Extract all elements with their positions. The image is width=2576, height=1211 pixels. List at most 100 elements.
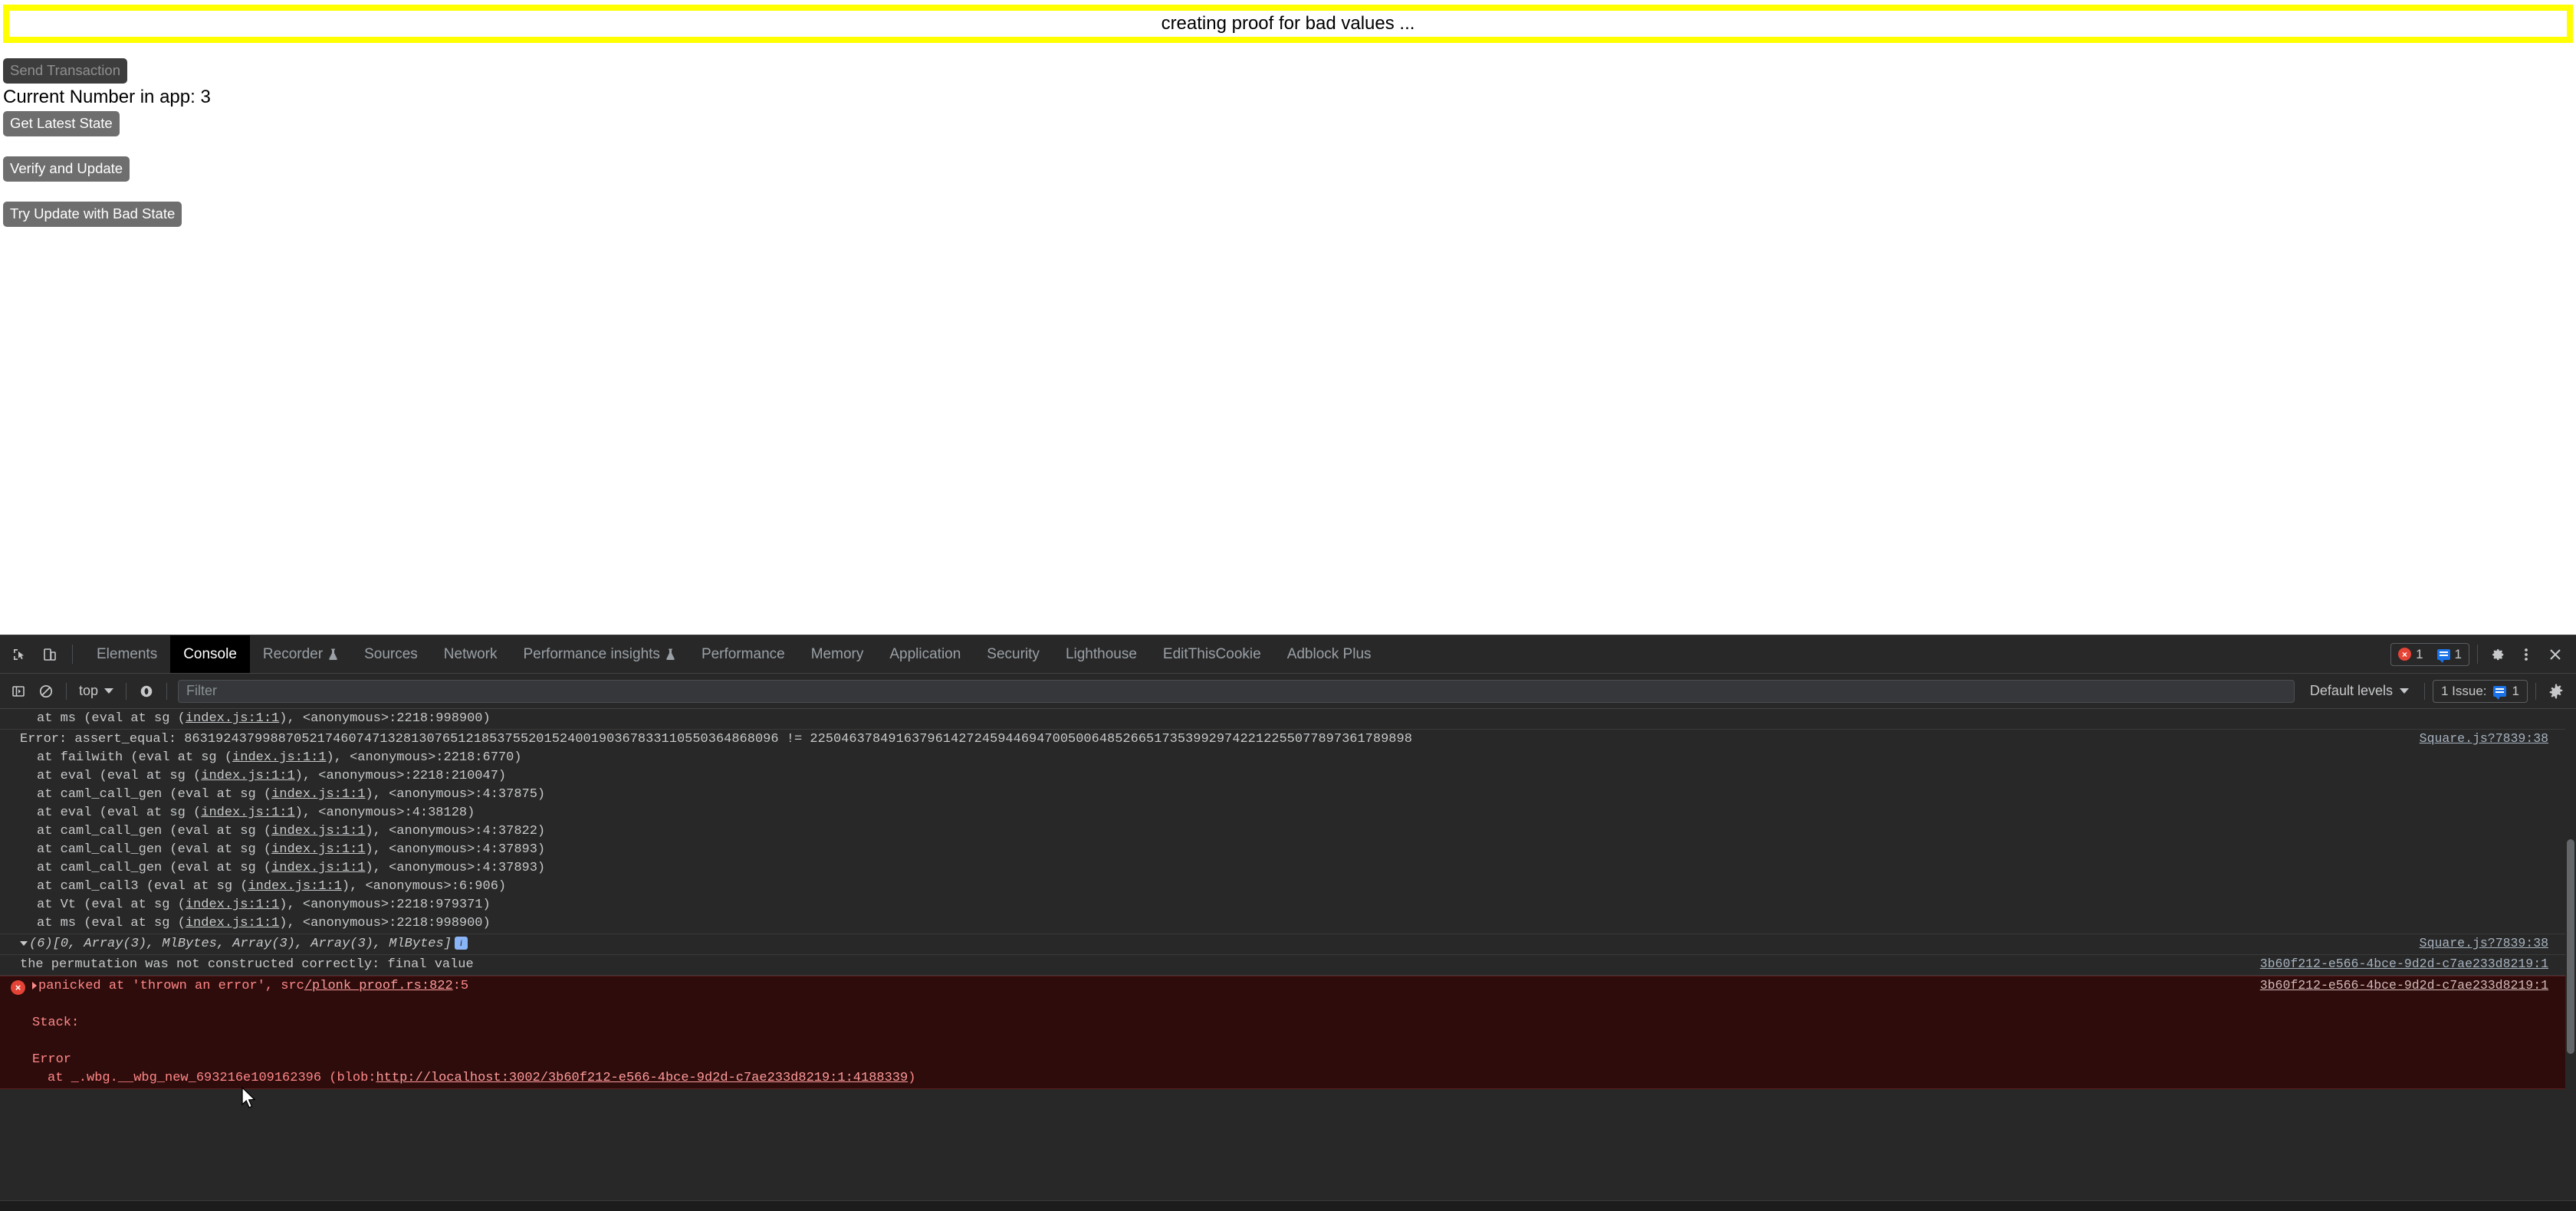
tab-recorder[interactable]: Recorder [250, 635, 351, 673]
tab-editthiscookie[interactable]: EditThisCookie [1150, 635, 1274, 673]
console-log-area[interactable]: at ms (eval at sg (index.js:1:1), <anony… [0, 709, 2576, 1211]
console-line: at ms (eval at sg (index.js:1:1), <anony… [0, 710, 2576, 728]
console-line-suffix: ), <anonymous>:2218:998900) [279, 711, 491, 726]
filterbar-divider-4 [2423, 682, 2425, 700]
console-line: panicked at 'thrown an error', src/plonk… [0, 977, 2576, 996]
filterbar-divider-2 [126, 682, 127, 700]
console-sidebar-icon[interactable] [6, 679, 31, 704]
tab-lighthouse-label: Lighthouse [1065, 645, 1137, 662]
more-options-icon[interactable] [2515, 643, 2538, 666]
tab-console[interactable]: Console [170, 635, 250, 673]
console-line-text: at ms (eval at sg ( [37, 916, 186, 930]
console-line: at caml_call_gen (eval at sg (index.js:1… [0, 841, 2576, 859]
console-row-error[interactable]: × panicked at 'thrown an error', src/plo… [0, 976, 2576, 1089]
status-banner: creating proof for bad values ... [3, 5, 2573, 43]
tab-security[interactable]: Security [974, 635, 1053, 673]
log-levels-selector[interactable]: Default levels [2302, 683, 2417, 699]
verify-and-update-button[interactable]: Verify and Update [3, 156, 130, 182]
console-scrollbar-thumb[interactable] [2567, 839, 2574, 1054]
console-source-link[interactable]: Square.js?7839:38 [2420, 936, 2548, 950]
message-count-badge[interactable]: 1 [2430, 647, 2469, 663]
tab-lighthouse[interactable]: Lighthouse [1053, 635, 1150, 673]
console-line-text: at caml_call3 (eval at sg ( [37, 879, 248, 894]
source-inline-link[interactable]: index.js:1:1 [271, 824, 365, 839]
source-inline-link[interactable]: index.js:1:1 [186, 711, 279, 726]
console-line-suffix: ), <anonymous>:2218:979371) [279, 898, 491, 912]
execution-context-selector[interactable]: top [74, 683, 118, 699]
message-icon [2492, 685, 2506, 700]
source-inline-link[interactable]: index.js:1:1 [201, 769, 294, 783]
filterbar-divider-5 [2535, 682, 2536, 700]
issues-button[interactable]: 1 Issue: 1 [2432, 679, 2528, 703]
console-scrollbar[interactable] [2565, 709, 2576, 1211]
source-inline-link[interactable]: index.js:1:1 [186, 898, 279, 912]
beaker-icon [328, 648, 338, 661]
message-icon [2436, 648, 2450, 663]
source-inline-link[interactable]: index.js:1:1 [232, 750, 326, 765]
tab-network-label: Network [443, 645, 498, 662]
tab-application[interactable]: Application [876, 635, 974, 673]
tab-elements-label: Elements [97, 645, 158, 662]
tab-application-label: Application [889, 645, 961, 662]
source-inline-link[interactable]: index.js:1:1 [271, 842, 365, 857]
stack-label: Stack: [32, 1016, 80, 1030]
info-icon[interactable]: i [454, 937, 468, 950]
console-line: (6)[0, Array(3), MlBytes, Array(3), Arra… [0, 935, 2576, 953]
live-expression-icon[interactable] [134, 679, 159, 704]
gear-icon[interactable] [2486, 643, 2509, 666]
panic-source-link[interactable]: /plonk_proof.rs:822 [304, 979, 453, 993]
console-line: at caml_call_gen (eval at sg (index.js:1… [0, 786, 2576, 804]
close-icon[interactable] [2544, 643, 2567, 666]
tab-elements[interactable]: Elements [84, 635, 170, 673]
source-inline-link[interactable]: index.js:1:1 [186, 916, 279, 930]
tab-sources[interactable]: Sources [351, 635, 431, 673]
error-count-badge[interactable]: × 1 [2391, 647, 2430, 662]
get-latest-state-button[interactable]: Get Latest State [3, 111, 120, 136]
tab-memory[interactable]: Memory [798, 635, 877, 673]
send-transaction-button[interactable]: Send Transaction [3, 58, 127, 84]
error-icon: × [11, 980, 25, 995]
source-inline-link[interactable]: index.js:1:1 [271, 861, 365, 875]
console-line: at caml_call_gen (eval at sg (index.js:1… [0, 822, 2576, 841]
console-line: at ms (eval at sg (index.js:1:1), <anony… [0, 914, 2576, 933]
tab-adblock-plus[interactable]: Adblock Plus [1274, 635, 1385, 673]
tab-network[interactable]: Network [431, 635, 511, 673]
expand-triangle-icon[interactable] [20, 940, 28, 946]
console-source-link[interactable]: 3b60f212-e566-4bce-9d2d-c7ae233d8219:1 [2260, 957, 2548, 971]
array-first-value: 0 [60, 937, 69, 951]
console-line: at eval (eval at sg (index.js:1:1), <ano… [0, 804, 2576, 822]
source-inline-link[interactable]: index.js:1:1 [271, 787, 365, 802]
clear-console-icon[interactable] [34, 679, 58, 704]
console-line-text: at eval (eval at sg ( [37, 769, 202, 783]
device-toolbar-icon[interactable] [38, 643, 61, 666]
console-line-suffix: ), <anonymous>:6:906) [341, 879, 507, 894]
console-settings-gear-icon[interactable] [2544, 679, 2568, 704]
devtools-toolbar-right: × 1 1 [2390, 635, 2576, 673]
console-source-link[interactable]: 3b60f212-e566-4bce-9d2d-c7ae233d8219:1 [2260, 978, 2548, 993]
blob-url-link[interactable]: http://localhost:3002/3b60f212-e566-4bce… [376, 1071, 908, 1085]
console-filterbar: top Default levels 1 Issue: 1 [0, 674, 2576, 709]
try-update-with-bad-state-button[interactable]: Try Update with Bad State [3, 202, 182, 227]
console-line: at eval (eval at sg (index.js:1:1), <ano… [0, 767, 2576, 786]
expand-triangle-icon[interactable] [32, 981, 37, 989]
log-levels-label: Default levels [2309, 683, 2393, 698]
console-source-link[interactable]: Square.js?7839:38 [2420, 731, 2548, 746]
console-line-text: at Vt (eval at sg ( [37, 898, 186, 912]
source-inline-link[interactable]: index.js:1:1 [248, 879, 341, 894]
array-count: (6) [29, 937, 53, 951]
chevron-down-icon [104, 688, 114, 694]
console-line-text: at caml_call_gen (eval at sg ( [37, 861, 272, 875]
execution-context-label: top [79, 683, 99, 698]
tab-performance[interactable]: Performance [688, 635, 798, 673]
issue-badges: × 1 1 [2390, 642, 2469, 666]
console-row-array[interactable]: (6)[0, Array(3), MlBytes, Array(3), Arra… [0, 934, 2576, 955]
console-line: at Vt (eval at sg (index.js:1:1), <anony… [0, 896, 2576, 914]
console-line-text: at caml_call_gen (eval at sg ( [37, 787, 272, 802]
tab-performance-insights[interactable]: Performance insights [510, 635, 688, 673]
console-filter-input[interactable] [178, 679, 2295, 703]
error-count: 1 [2416, 646, 2423, 661]
console-line-suffix: ), <anonymous>:4:38128) [294, 806, 475, 820]
source-inline-link[interactable]: index.js:1:1 [201, 806, 294, 820]
inspect-element-icon[interactable] [8, 643, 31, 666]
